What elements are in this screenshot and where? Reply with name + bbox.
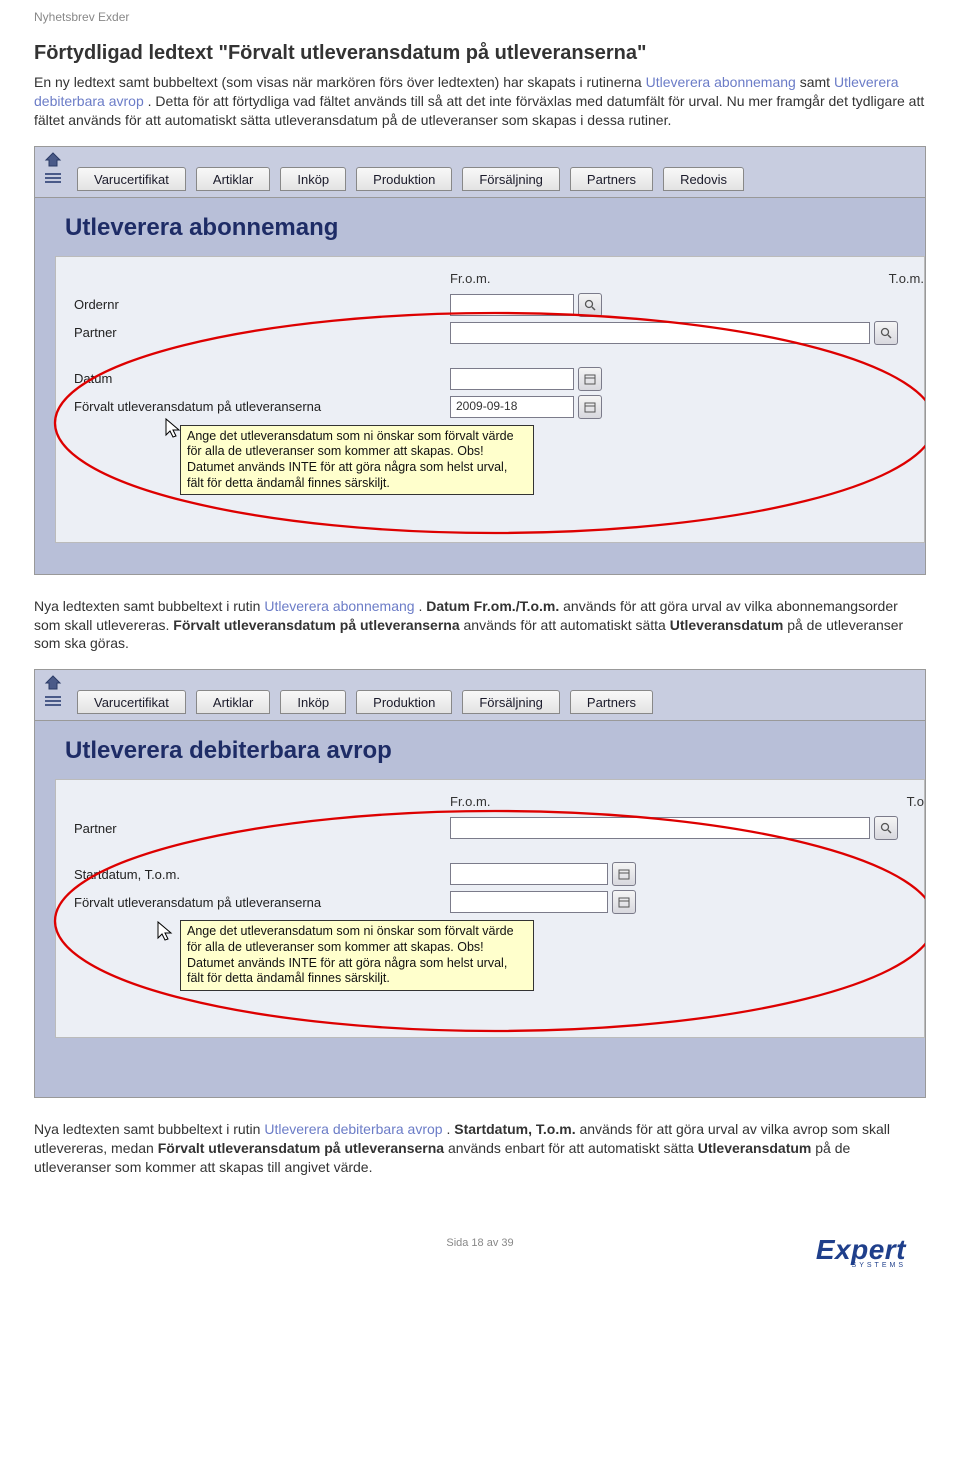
label-forvalt: Förvalt utleveransdatum på utleveransern… (74, 399, 450, 414)
search-icon[interactable] (874, 816, 898, 840)
col-to-2: T.o (610, 794, 924, 809)
tab-varucertifikat[interactable]: Varucertifikat (77, 167, 186, 191)
tab-produktion[interactable]: Produktion (356, 690, 452, 714)
search-icon[interactable] (578, 293, 602, 317)
page-number: Sida 18 av 39 (34, 1207, 926, 1249)
label-partner-2: Partner (74, 821, 450, 836)
intro-post: . Detta för att förtydliga vad fältet an… (34, 93, 924, 128)
shot1-toolbar: Varucertifikat Artiklar Inköp Produktion… (35, 147, 925, 198)
home-icon[interactable] (44, 151, 62, 167)
end-b2: Förvalt utleveransdatum på utleveransern… (158, 1140, 444, 1156)
shot2-tabs: Varucertifikat Artiklar Inköp Produktion… (71, 670, 925, 720)
end-link: Utleverera debiterbara avrop (264, 1121, 442, 1137)
col-from: Fr.o.m. (450, 271, 610, 286)
tooltip-2: Ange det utleveransdatum som ni önskar s… (180, 920, 534, 991)
shot1-body: Utleverera abonnemang Fr.o.m. T.o.m. Ord… (35, 198, 925, 574)
tooltip-1: Ange det utleveransdatum som ni önskar s… (180, 425, 534, 496)
input-datum-from[interactable] (450, 368, 574, 390)
input-forvalt-2[interactable] (450, 891, 608, 913)
shot2-home-col (35, 670, 71, 720)
search-icon[interactable] (874, 321, 898, 345)
tab-redovis[interactable]: Redovis (663, 167, 744, 191)
label-forvalt-2: Förvalt utleveransdatum på utleveransern… (74, 895, 450, 910)
mid-link: Utleverera abonnemang (264, 598, 414, 614)
mid-b3: Utleveransdatum (670, 617, 784, 633)
tab-produktion[interactable]: Produktion (356, 167, 452, 191)
calendar-icon[interactable] (612, 862, 636, 886)
col-to: T.o.m. (610, 271, 924, 286)
input-partner-2[interactable] (450, 817, 870, 839)
doc-header: Nyhetsbrev Exder (34, 10, 926, 24)
shot2-heading: Utleverera debiterbara avrop (35, 721, 925, 779)
cursor-icon (164, 417, 182, 441)
page-title: Förtydligad ledtext "Förvalt utleveransd… (34, 42, 926, 65)
home-icon[interactable] (44, 674, 62, 690)
mid-b1: Datum Fr.om./T.o.m. (426, 598, 559, 614)
shot2-toolbar: Varucertifikat Artiklar Inköp Produktion… (35, 670, 925, 721)
tab-partners[interactable]: Partners (570, 167, 653, 191)
menu-icon[interactable] (44, 171, 62, 189)
tab-forsaljning[interactable]: Försäljning (462, 690, 560, 714)
tab-inkop[interactable]: Inköp (280, 690, 346, 714)
shot1-tabs: Varucertifikat Artiklar Inköp Produktion… (71, 147, 925, 197)
end-t2: används enbart för att automatiskt sätta (448, 1140, 698, 1156)
label-partner: Partner (74, 325, 450, 340)
tab-partners[interactable]: Partners (570, 690, 653, 714)
input-startdatum[interactable] (450, 863, 608, 885)
mid-pre: Nya ledtexten samt bubbeltext i rutin (34, 598, 264, 614)
end-paragraph: Nya ledtexten samt bubbeltext i rutin Ut… (34, 1120, 926, 1177)
calendar-icon[interactable] (612, 890, 636, 914)
mid-b2: Förvalt utleveransdatum på utleveransern… (173, 617, 459, 633)
input-partner[interactable] (450, 322, 870, 344)
cursor-icon (156, 920, 174, 944)
label-startdatum: Startdatum, T.o.m. (74, 867, 450, 882)
menu-icon[interactable] (44, 694, 62, 712)
calendar-icon[interactable] (578, 395, 602, 419)
mid-paragraph: Nya ledtexten samt bubbeltext i rutin Ut… (34, 597, 926, 654)
mid-t2: används för att automatiskt sätta (464, 617, 670, 633)
intro-paragraph: En ny ledtext samt bubbeltext (som visas… (34, 73, 926, 130)
intro-pre: En ny ledtext samt bubbeltext (som visas… (34, 74, 646, 90)
shot1-heading: Utleverera abonnemang (35, 198, 925, 256)
logo: Expert SYSTEMS (816, 1234, 906, 1269)
shot2-form: Fr.o.m. T.o Partner Startdatum, T.o.m. (55, 779, 925, 1038)
tab-inkop[interactable]: Inköp (280, 167, 346, 191)
screenshot-1: Varucertifikat Artiklar Inköp Produktion… (34, 146, 926, 575)
end-b1: Startdatum, T.o.m. (454, 1121, 575, 1137)
tab-varucertifikat[interactable]: Varucertifikat (77, 690, 186, 714)
col-from-2: Fr.o.m. (450, 794, 610, 809)
intro-link1: Utleverera abonnemang (646, 74, 796, 90)
end-b3: Utleveransdatum (698, 1140, 812, 1156)
label-datum: Datum (74, 371, 450, 386)
intro-mid1: samt (800, 74, 834, 90)
shot1-form: Fr.o.m. T.o.m. Ordernr Partner (55, 256, 925, 543)
tab-artiklar[interactable]: Artiklar (196, 690, 270, 714)
label-ordernr: Ordernr (74, 297, 450, 312)
tab-artiklar[interactable]: Artiklar (196, 167, 270, 191)
input-forvalt-date[interactable]: 2009-09-18 (450, 396, 574, 418)
shot2-body: Utleverera debiterbara avrop Fr.o.m. T.o… (35, 721, 925, 1097)
calendar-icon[interactable] (578, 367, 602, 391)
end-pre: Nya ledtexten samt bubbeltext i rutin (34, 1121, 264, 1137)
tab-forsaljning[interactable]: Försäljning (462, 167, 560, 191)
shot1-home-col (35, 147, 71, 197)
input-ordernr-from[interactable] (450, 294, 574, 316)
screenshot-2: Varucertifikat Artiklar Inköp Produktion… (34, 669, 926, 1098)
